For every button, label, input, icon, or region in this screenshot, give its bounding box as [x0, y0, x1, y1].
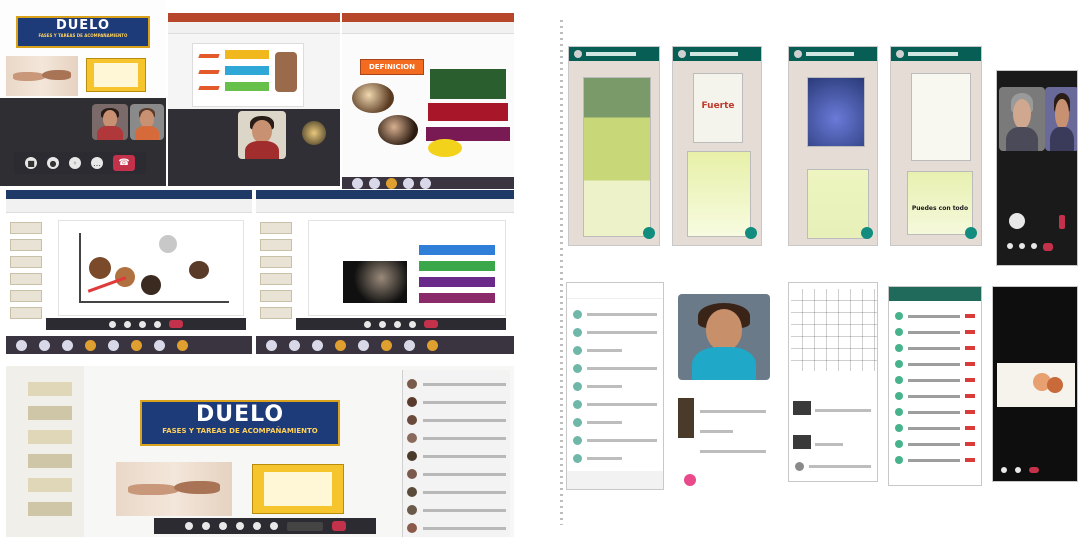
slide-title-main-large: DUELO — [195, 402, 285, 427]
participant-video — [999, 87, 1045, 151]
image-message — [807, 77, 865, 147]
participant-video — [1045, 87, 1077, 151]
hands-photo — [6, 56, 78, 96]
yellow-badge — [428, 139, 462, 157]
contacts-list — [888, 286, 982, 486]
teams-call-toolbar — [296, 318, 506, 330]
panel-definition-slide: DEFINICION — [342, 13, 514, 189]
more-icon[interactable]: … — [91, 157, 103, 169]
participant-video — [92, 104, 128, 140]
video-call-phone — [996, 70, 1078, 266]
camera-icon[interactable] — [1009, 213, 1025, 229]
calendar-screen — [788, 282, 878, 482]
panel-teams-slide-1: DUELO FASES Y TAREAS DE ACOMPAÑAMIENTO ■… — [0, 0, 166, 186]
calendar-grid — [791, 289, 877, 371]
participant-video — [678, 294, 770, 380]
slide-canvas — [58, 220, 244, 316]
ruler-guide — [560, 20, 563, 525]
participant-video — [130, 104, 164, 140]
send-fab-icon[interactable] — [643, 227, 655, 239]
hangup-icon[interactable]: ☎ — [113, 155, 135, 171]
chat-avatar-icon — [678, 50, 686, 58]
definition-label: DEFINICION — [360, 59, 424, 75]
slide-title-sub: FASES Y TAREAS DE ACOMPAÑAMIENTO — [38, 33, 128, 38]
chat-avatar-icon — [574, 50, 582, 58]
shared-slide — [997, 363, 1075, 407]
slide-title-banner: DUELO FASES Y TAREAS DE ACOMPAÑAMIENTO — [16, 16, 150, 48]
slide-title-banner-large: DUELO FASES Y TAREAS DE ACOMPAÑAMIENTO — [140, 400, 340, 446]
slide-canvas — [192, 43, 304, 107]
send-fab-icon[interactable] — [745, 227, 757, 239]
video-call-woman — [676, 266, 772, 498]
definition-box — [428, 103, 508, 121]
share-icon[interactable]: ◦ — [69, 157, 81, 169]
windows-taskbar — [342, 177, 514, 189]
panel-powerpoint-3 — [256, 190, 514, 362]
camera-icon[interactable]: ■ — [25, 157, 37, 169]
dark-face-photo — [343, 261, 407, 303]
windows-taskbar — [6, 336, 252, 354]
teams-call-toolbar: ■ ● ◦ … ☎ — [14, 152, 146, 174]
quote-text: Fuerte — [701, 101, 735, 111]
yellow-card — [86, 58, 146, 92]
image-message — [583, 77, 651, 237]
mic-icon[interactable]: ● — [47, 157, 59, 169]
windows-taskbar — [256, 336, 514, 354]
image-message — [911, 73, 971, 161]
slide-canvas — [308, 220, 506, 316]
panel-powerpoint-2 — [6, 190, 252, 362]
quote-text: Puedes con todo — [911, 205, 969, 212]
whatsapp-phone-2: Fuerte — [672, 46, 762, 246]
photo-circle — [378, 115, 418, 145]
participant-video — [238, 111, 286, 159]
definition-box — [430, 69, 506, 99]
whatsapp-phone-3 — [788, 46, 878, 246]
send-fab-icon[interactable] — [861, 227, 873, 239]
participants-panel — [402, 370, 510, 537]
teams-call-toolbar — [46, 318, 246, 330]
whatsapp-chat-list — [566, 282, 664, 490]
slide-thumbnail-pane — [6, 366, 84, 537]
participant-avatar — [302, 121, 326, 145]
yellow-card-large — [252, 464, 344, 514]
slide-title-sub-large: FASES Y TAREAS DE ACOMPAÑAMIENTO — [162, 427, 318, 435]
panel-powerpoint-1 — [168, 13, 340, 186]
slide-title-main: DUELO — [55, 18, 111, 33]
thumbnail-image — [678, 398, 694, 438]
photo-circle — [352, 83, 394, 113]
meeting-screen — [992, 286, 1078, 482]
whatsapp-phone-4: Puedes con todo — [890, 46, 982, 246]
chat-avatar-icon — [896, 50, 904, 58]
image-message — [807, 169, 869, 239]
image-message: Fuerte — [693, 73, 743, 143]
hands-photo-large — [116, 462, 232, 516]
send-fab-icon[interactable] — [965, 227, 977, 239]
teams-call-toolbar — [154, 518, 376, 534]
panel-large-presentation: DUELO FASES Y TAREAS DE ACOMPAÑAMIENTO — [6, 366, 514, 537]
whatsapp-phone-1 — [568, 46, 660, 246]
chat-avatar-icon — [794, 50, 802, 58]
hangup-icon[interactable] — [1059, 215, 1065, 229]
image-message: Puedes con todo — [907, 171, 973, 235]
record-icon[interactable] — [684, 474, 696, 486]
image-message — [687, 151, 751, 237]
